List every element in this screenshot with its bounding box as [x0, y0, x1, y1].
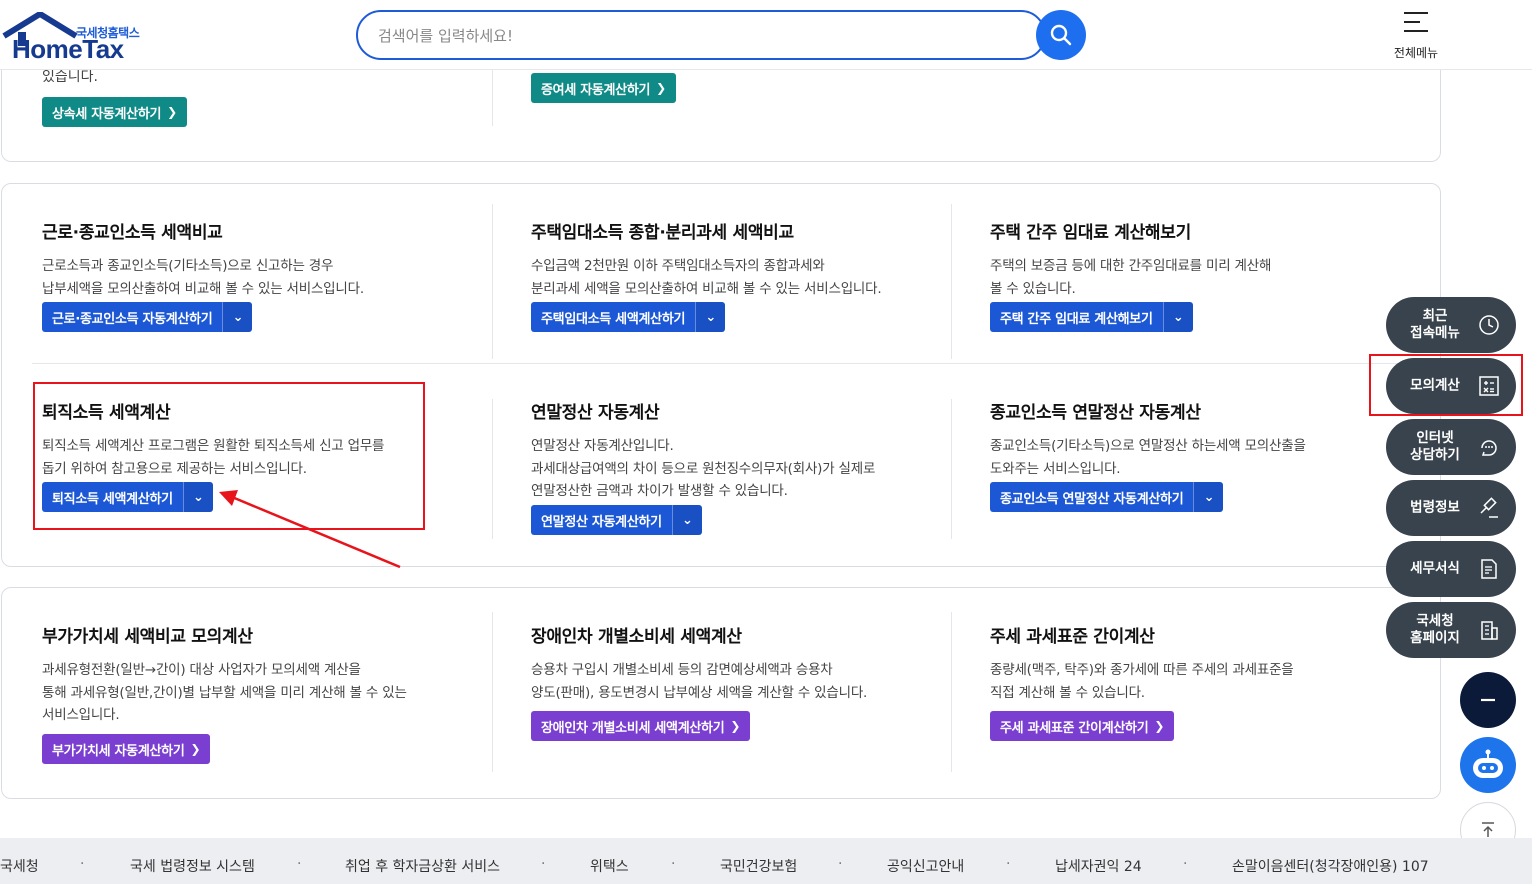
- calculator-icon: [1479, 376, 1499, 396]
- gavel-icon: [1480, 497, 1498, 518]
- quick-menu-label: 모의계산: [1410, 377, 1460, 394]
- search-icon: [1050, 24, 1072, 46]
- footer-link-student-loan[interactable]: 취업 후 학자금상환 서비스: [345, 856, 500, 876]
- related-sites-bar: 국세청 · 국세 법령정보 시스템 · 취업 후 학자금상환 서비스 · 위택스…: [0, 838, 1532, 884]
- quick-menu-label: 국세청 홈페이지: [1410, 613, 1460, 646]
- full-menu-label: 전체메뉴: [1393, 46, 1439, 60]
- search-box: [356, 10, 1046, 60]
- annotation-arrow: [219, 490, 401, 569]
- separator-dot: ·: [838, 856, 843, 872]
- separator-dot: ·: [297, 856, 302, 872]
- search-button[interactable]: [1036, 10, 1086, 60]
- footer-link-taxpayer-rights[interactable]: 납세자권익 24: [1055, 856, 1142, 876]
- footer-link-law-system[interactable]: 국세 법령정보 시스템: [130, 856, 255, 876]
- site-header: 국세청홈택스 HomeTax 전체메뉴: [0, 0, 1532, 70]
- chatbot-icon: [1473, 749, 1503, 778]
- quick-menu-label: 법령정보: [1410, 499, 1460, 516]
- quick-menu-nts-homepage[interactable]: 국세청 홈페이지: [1386, 602, 1516, 658]
- footer-link-nts[interactable]: 국세청: [0, 856, 39, 876]
- footer-link-wetax[interactable]: 위택스: [590, 856, 629, 876]
- quick-menu-tax-forms[interactable]: 세무서식: [1386, 541, 1516, 597]
- logo-wordmark: HomeTax: [12, 34, 124, 64]
- quick-menu-law-info[interactable]: 법령정보: [1386, 480, 1516, 536]
- building-icon: [1481, 621, 1498, 640]
- quick-menu-online-consult[interactable]: 인터넷 상담하기: [1386, 419, 1516, 475]
- footer-link-health-insurance[interactable]: 국민건강보험: [720, 856, 797, 876]
- chatbot-button[interactable]: [1460, 737, 1516, 793]
- separator-dot: ·: [541, 856, 546, 872]
- clock-icon: [1479, 315, 1499, 335]
- quick-menu-mock-calc[interactable]: 모의계산: [1386, 358, 1516, 414]
- document-icon: [1481, 559, 1497, 579]
- separator-dot: ·: [671, 856, 676, 872]
- full-menu-button[interactable]: 전체메뉴: [1386, 10, 1446, 62]
- search-input[interactable]: [378, 24, 978, 48]
- separator-dot: ·: [1006, 856, 1011, 872]
- hamburger-icon: [1404, 12, 1428, 34]
- separator-dot: ·: [1183, 856, 1188, 872]
- footer-link-whistleblower[interactable]: 공익신고안내: [887, 856, 964, 876]
- quick-menu-recent[interactable]: 최근 접속메뉴: [1386, 297, 1516, 353]
- separator-dot: ·: [80, 856, 85, 872]
- quick-menu-label: 최근 접속메뉴: [1410, 308, 1460, 341]
- hometax-logo[interactable]: 국세청홈택스 HomeTax: [2, 10, 162, 64]
- minus-icon: [1481, 698, 1495, 702]
- quick-menu-label: 세무서식: [1410, 560, 1460, 577]
- footer-link-relay-center[interactable]: 손말이음센터(청각장애인용) 107: [1232, 856, 1429, 876]
- chat-icon: [1481, 440, 1497, 456]
- arrow-up-icon: [1482, 822, 1494, 837]
- collapse-quick-menu-button[interactable]: [1460, 672, 1516, 728]
- quick-menu-label: 인터넷 상담하기: [1410, 430, 1460, 463]
